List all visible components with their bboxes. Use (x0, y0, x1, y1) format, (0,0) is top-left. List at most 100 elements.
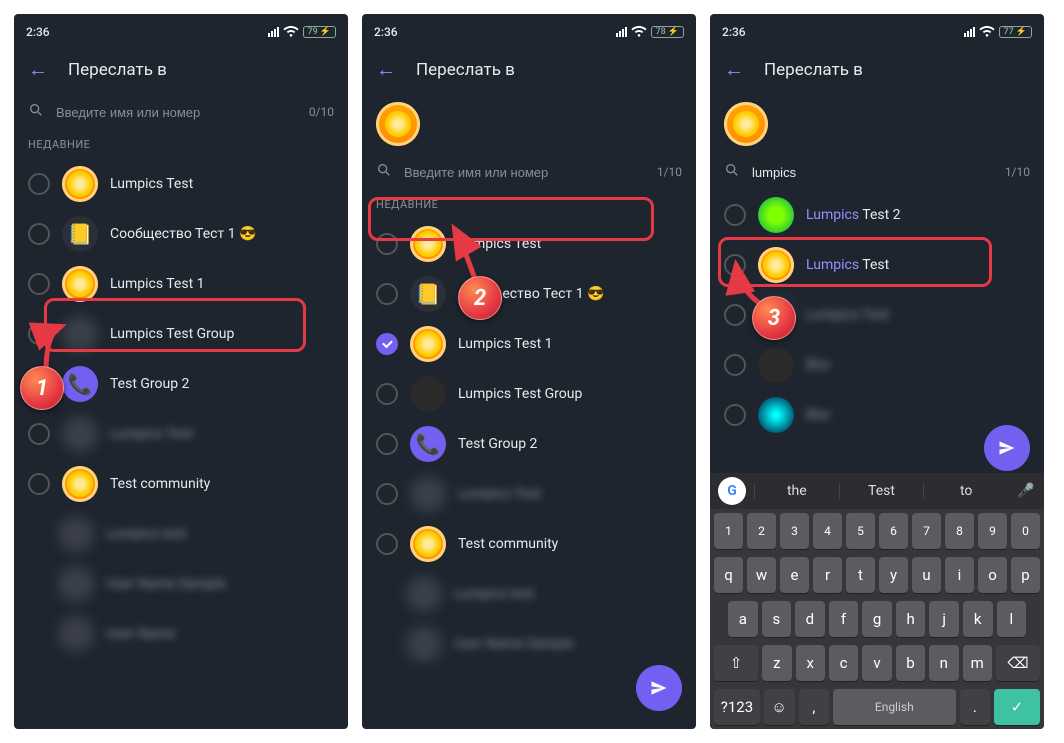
key-h[interactable]: h (896, 601, 926, 637)
search-input[interactable] (54, 104, 299, 121)
search-row[interactable]: 1/10 (710, 154, 1044, 190)
suggestion[interactable]: to (923, 483, 1008, 499)
search-row[interactable]: 0/10 (14, 94, 348, 130)
key-9[interactable]: 9 (978, 513, 1007, 549)
back-button[interactable]: ← (724, 57, 744, 82)
radio[interactable] (376, 483, 398, 505)
key-a[interactable]: a (728, 601, 758, 637)
key-7[interactable]: 7 (912, 513, 941, 549)
back-button[interactable]: ← (376, 57, 396, 82)
comma-key[interactable]: , (799, 689, 830, 725)
suggestion[interactable]: Test (839, 483, 924, 499)
keyboard[interactable]: G the Test to 🎤 1234567890 qwertyuiop as… (710, 473, 1044, 729)
keyboard-suggestions[interactable]: G the Test to 🎤 (710, 473, 1044, 509)
back-button[interactable]: ← (28, 57, 48, 82)
backspace-key[interactable]: ⌫ (996, 645, 1040, 681)
radio[interactable] (724, 354, 746, 376)
key-i[interactable]: i (945, 557, 974, 593)
key-u[interactable]: u (912, 557, 941, 593)
send-fab[interactable] (984, 425, 1030, 471)
key-8[interactable]: 8 (945, 513, 974, 549)
suggestion[interactable]: the (754, 483, 839, 499)
space-key[interactable]: English (833, 689, 955, 725)
key-e[interactable]: e (780, 557, 809, 593)
key-v[interactable]: v (862, 645, 891, 681)
radio[interactable] (376, 433, 398, 455)
radio[interactable] (724, 204, 746, 226)
radio[interactable] (28, 273, 50, 295)
period-key[interactable]: . (960, 689, 991, 725)
key-2[interactable]: 2 (747, 513, 776, 549)
key-y[interactable]: y (879, 557, 908, 593)
list-item[interactable]: Blur (710, 340, 1044, 390)
list-item[interactable]: Test community (362, 519, 696, 569)
key-s[interactable]: s (762, 601, 792, 637)
list-item[interactable]: 📞Test Group 2 (14, 359, 348, 409)
radio[interactable] (724, 254, 746, 276)
list-item[interactable]: Lumpics Test (362, 469, 696, 519)
google-icon[interactable]: G (718, 477, 746, 505)
enter-key[interactable]: ✓ (994, 689, 1040, 725)
key-f[interactable]: f (829, 601, 859, 637)
key-b[interactable]: b (896, 645, 925, 681)
key-0[interactable]: 0 (1011, 513, 1040, 549)
list-item[interactable]: Lumpics Test 2 (710, 190, 1044, 240)
radio[interactable] (28, 323, 50, 345)
emoji-key[interactable]: ☺ (764, 689, 795, 725)
search-input[interactable] (750, 164, 995, 181)
key-d[interactable]: d (795, 601, 825, 637)
item-label: User Name Sample (454, 636, 574, 652)
key-p[interactable]: p (1011, 557, 1040, 593)
radio[interactable] (376, 283, 398, 305)
radio[interactable] (376, 233, 398, 255)
key-5[interactable]: 5 (846, 513, 875, 549)
list-item[interactable]: 📒Сообщество Тест 1 😎 (362, 269, 696, 319)
key-l[interactable]: l (997, 601, 1027, 637)
selected-avatar[interactable] (376, 102, 420, 146)
key-4[interactable]: 4 (813, 513, 842, 549)
search-row[interactable]: 1/10 (362, 154, 696, 190)
radio-checked[interactable] (376, 333, 398, 355)
radio[interactable] (376, 383, 398, 405)
key-w[interactable]: w (747, 557, 776, 593)
list-item[interactable]: Lumpics Test (14, 409, 348, 459)
key-n[interactable]: n (929, 645, 958, 681)
key-x[interactable]: x (796, 645, 825, 681)
list-item[interactable]: Lumpics Test (362, 219, 696, 269)
list-item[interactable]: Lumpics Test 1 (362, 319, 696, 369)
list-item[interactable]: Lumpics Test (710, 240, 1044, 290)
key-3[interactable]: 3 (780, 513, 809, 549)
list-item[interactable]: Lumpics Test Group (362, 369, 696, 419)
key-g[interactable]: g (862, 601, 892, 637)
key-c[interactable]: c (829, 645, 858, 681)
key-k[interactable]: k (963, 601, 993, 637)
selected-avatar[interactable] (724, 102, 768, 146)
search-input[interactable] (402, 164, 647, 181)
list-item[interactable]: 📒Сообщество Тест 1 😎 (14, 209, 348, 259)
key-r[interactable]: r (813, 557, 842, 593)
symbols-key[interactable]: ?123 (714, 689, 760, 725)
key-t[interactable]: t (846, 557, 875, 593)
key-z[interactable]: z (762, 645, 791, 681)
list-item[interactable]: Lumpics Test 1 (14, 259, 348, 309)
radio[interactable] (28, 173, 50, 195)
key-j[interactable]: j (929, 601, 959, 637)
radio[interactable] (376, 533, 398, 555)
send-fab[interactable] (636, 665, 682, 711)
list-item[interactable]: Lumpics Test Group (14, 309, 348, 359)
key-o[interactable]: o (978, 557, 1007, 593)
list-item[interactable]: 📞Test Group 2 (362, 419, 696, 469)
list-item[interactable]: Lumpics Test (14, 159, 348, 209)
key-q[interactable]: q (714, 557, 743, 593)
key-1[interactable]: 1 (714, 513, 743, 549)
radio[interactable] (28, 223, 50, 245)
list-item[interactable]: Test community (14, 459, 348, 509)
mic-icon[interactable]: 🎤 (1008, 483, 1044, 499)
shift-key[interactable]: ⇧ (714, 645, 758, 681)
radio[interactable] (28, 423, 50, 445)
radio[interactable] (724, 304, 746, 326)
key-m[interactable]: m (963, 645, 992, 681)
radio[interactable] (28, 473, 50, 495)
key-6[interactable]: 6 (879, 513, 908, 549)
radio[interactable] (724, 404, 746, 426)
